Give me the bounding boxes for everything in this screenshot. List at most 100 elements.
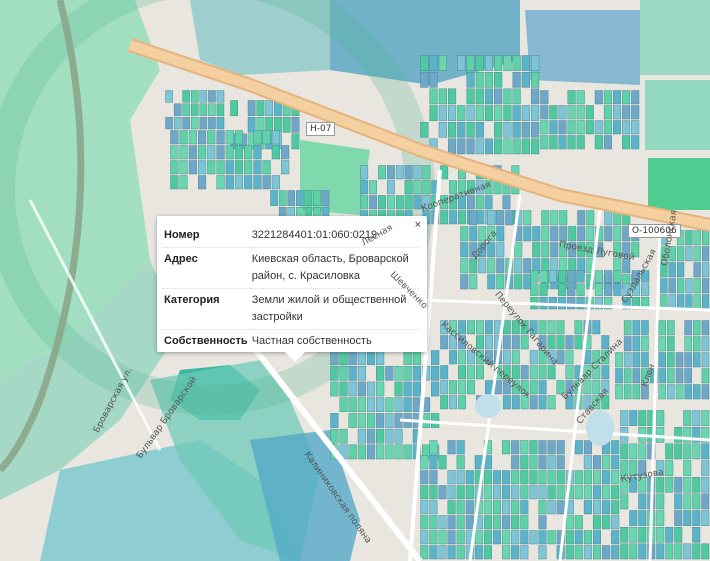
land-parcel[interactable] — [548, 270, 557, 283]
land-parcel[interactable] — [357, 444, 366, 460]
land-parcel[interactable] — [465, 500, 474, 515]
land-parcel[interactable] — [483, 515, 492, 530]
land-parcel[interactable] — [631, 105, 640, 120]
land-parcel[interactable] — [521, 138, 530, 155]
land-parcel[interactable] — [701, 443, 710, 460]
land-parcel[interactable] — [631, 270, 640, 283]
land-parcel[interactable] — [360, 195, 369, 210]
land-parcel[interactable] — [420, 485, 429, 500]
land-parcel[interactable] — [523, 226, 532, 242]
land-parcel[interactable] — [244, 175, 253, 190]
land-parcel[interactable] — [493, 515, 502, 530]
land-parcel[interactable] — [632, 352, 641, 368]
land-parcel[interactable] — [431, 381, 440, 397]
land-parcel[interactable] — [467, 180, 475, 195]
land-parcel[interactable] — [208, 103, 216, 116]
land-parcel[interactable] — [622, 90, 631, 105]
land-parcel[interactable] — [448, 138, 457, 155]
land-parcel[interactable] — [456, 470, 465, 485]
land-parcel[interactable] — [173, 103, 182, 116]
land-parcel[interactable] — [576, 283, 585, 296]
land-parcel[interactable] — [593, 515, 602, 530]
land-parcel[interactable] — [638, 410, 647, 426]
land-parcel[interactable] — [615, 368, 623, 384]
land-parcel[interactable] — [611, 545, 620, 560]
land-parcel[interactable] — [466, 105, 475, 121]
land-parcel[interactable] — [429, 455, 438, 470]
land-parcel[interactable] — [449, 180, 457, 195]
land-parcel[interactable] — [632, 368, 641, 384]
land-parcel[interactable] — [641, 384, 649, 400]
land-parcel[interactable] — [502, 395, 511, 410]
land-parcel[interactable] — [369, 195, 377, 210]
land-parcel[interactable] — [485, 335, 493, 350]
land-parcel[interactable] — [565, 350, 574, 365]
land-parcel[interactable] — [603, 90, 612, 105]
land-parcel[interactable] — [466, 55, 475, 71]
land-parcel[interactable] — [170, 160, 179, 175]
land-parcel[interactable] — [594, 135, 603, 150]
land-parcel[interactable] — [520, 470, 529, 485]
land-parcel[interactable] — [503, 138, 512, 155]
land-parcel[interactable] — [188, 130, 197, 145]
land-parcel[interactable] — [330, 413, 339, 428]
land-parcel[interactable] — [465, 470, 474, 485]
land-parcel[interactable] — [502, 365, 511, 380]
land-parcel[interactable] — [668, 262, 676, 278]
land-parcel[interactable] — [348, 366, 357, 381]
land-parcel[interactable] — [701, 510, 710, 526]
land-parcel[interactable] — [378, 195, 386, 210]
land-parcel[interactable] — [494, 55, 503, 71]
land-parcel[interactable] — [683, 493, 692, 510]
land-parcel[interactable] — [558, 105, 567, 120]
land-parcel[interactable] — [447, 500, 456, 515]
land-parcel[interactable] — [449, 195, 457, 210]
land-parcel[interactable] — [165, 116, 173, 130]
land-parcel[interactable] — [360, 165, 369, 180]
land-parcel[interactable] — [692, 443, 701, 460]
land-parcel[interactable] — [559, 210, 568, 226]
land-parcel[interactable] — [173, 116, 182, 130]
land-parcel[interactable] — [199, 116, 208, 130]
land-parcel[interactable] — [567, 90, 576, 105]
land-parcel[interactable] — [558, 297, 567, 310]
land-parcel[interactable] — [556, 485, 565, 500]
land-parcel[interactable] — [677, 294, 685, 310]
land-parcel[interactable] — [485, 350, 493, 365]
land-parcel[interactable] — [511, 335, 520, 350]
land-parcel[interactable] — [512, 121, 521, 138]
land-parcel[interactable] — [448, 88, 457, 105]
land-parcel[interactable] — [511, 350, 520, 365]
land-parcel[interactable] — [503, 121, 512, 138]
land-parcel[interactable] — [404, 195, 413, 210]
land-parcel[interactable] — [701, 384, 710, 400]
land-parcel[interactable] — [291, 133, 300, 150]
land-parcel[interactable] — [631, 283, 640, 296]
land-parcel[interactable] — [520, 335, 529, 350]
land-parcel[interactable] — [449, 380, 457, 395]
land-parcel[interactable] — [485, 320, 493, 335]
land-parcel[interactable] — [547, 335, 556, 350]
land-parcel[interactable] — [611, 515, 620, 530]
land-parcel[interactable] — [660, 278, 668, 294]
land-parcel[interactable] — [656, 460, 665, 476]
land-parcel[interactable] — [611, 455, 620, 470]
land-parcel[interactable] — [385, 413, 394, 428]
land-parcel[interactable] — [668, 294, 676, 310]
land-parcel[interactable] — [656, 410, 665, 426]
land-parcel[interactable] — [550, 210, 559, 226]
land-parcel[interactable] — [556, 350, 565, 365]
land-parcel[interactable] — [505, 210, 514, 226]
land-parcel[interactable] — [291, 116, 300, 133]
land-parcel[interactable] — [274, 116, 282, 133]
land-parcel[interactable] — [656, 477, 665, 493]
land-parcel[interactable] — [376, 428, 385, 444]
land-parcel[interactable] — [550, 242, 559, 258]
land-parcel[interactable] — [485, 380, 493, 395]
land-parcel[interactable] — [641, 352, 649, 368]
land-parcel[interactable] — [466, 71, 475, 88]
land-parcel[interactable] — [447, 470, 456, 485]
land-parcel[interactable] — [530, 283, 539, 296]
land-parcel[interactable] — [420, 530, 429, 545]
land-parcel[interactable] — [449, 395, 457, 410]
